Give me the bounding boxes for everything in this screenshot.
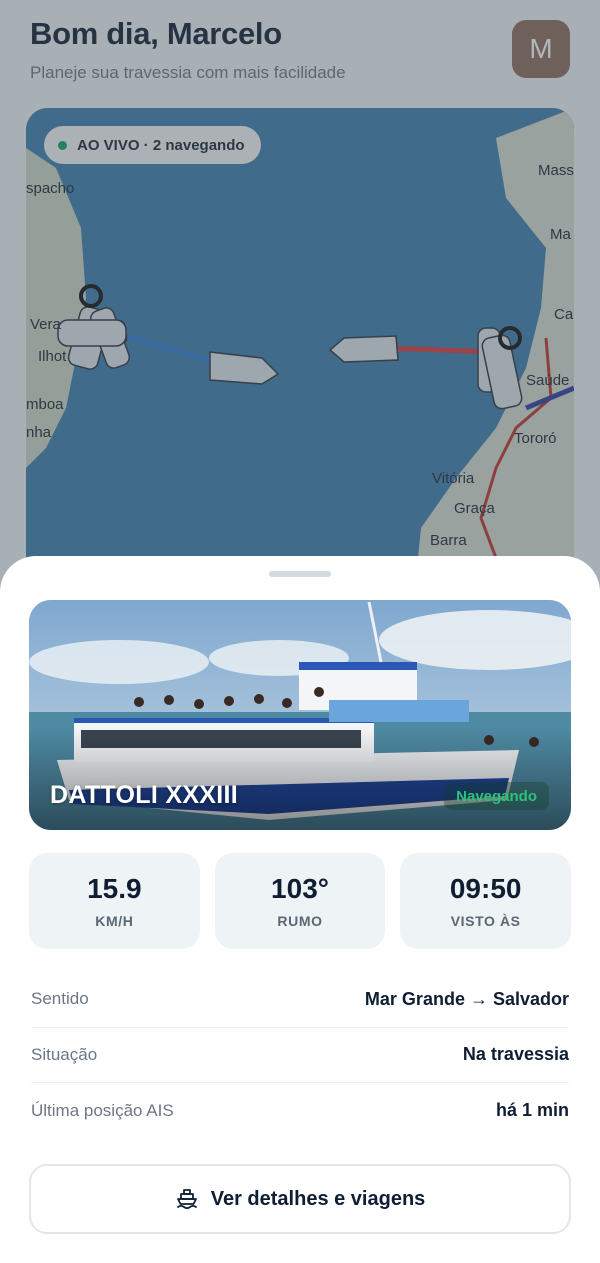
status-badge: Navegando bbox=[444, 782, 549, 810]
detail-row-ais: Última posição AIS há 1 min bbox=[31, 1083, 569, 1139]
detail-label: Situação bbox=[31, 1044, 98, 1064]
detail-label: Sentido bbox=[31, 989, 89, 1009]
stat-heading: 103° RUMO bbox=[214, 853, 386, 949]
vessel-details-list: Sentido Mar Grande → Salvador Situação N… bbox=[31, 972, 569, 1139]
stat-last-seen: 09:50 VISTO ÀS bbox=[400, 853, 572, 949]
stat-speed: 15.9 KM/H bbox=[29, 853, 200, 949]
stat-value: 103° bbox=[271, 873, 329, 904]
vessel-bottom-sheet: DATTOLI XXXIII Navegando 15.9 KM/H 103° … bbox=[0, 556, 600, 1263]
stat-label: VISTO ÀS bbox=[450, 913, 521, 929]
stat-value: 15.9 bbox=[87, 873, 142, 904]
detail-value: Na travessia bbox=[462, 1044, 569, 1065]
detail-row-direction: Sentido Mar Grande → Salvador bbox=[31, 972, 569, 1028]
detail-row-situation: Situação Na travessia bbox=[31, 1028, 569, 1083]
stat-label: KM/H bbox=[95, 913, 134, 929]
detail-value: há 1 min bbox=[495, 1100, 569, 1121]
ferry-icon bbox=[176, 1189, 197, 1210]
view-details-button[interactable]: Ver detalhes e viagens bbox=[29, 1164, 571, 1234]
view-details-label: Ver detalhes e viagens bbox=[210, 1187, 426, 1210]
stat-value: 09:50 bbox=[449, 873, 522, 904]
vessel-name: DATTOLI XXXIII bbox=[50, 781, 239, 809]
vessel-stats: 15.9 KM/H 103° RUMO 09:50 VISTO ÀS bbox=[29, 853, 572, 949]
sheet-drag-handle[interactable] bbox=[269, 571, 331, 577]
detail-label: Última posição AIS bbox=[31, 1100, 174, 1120]
stat-label: RUMO bbox=[277, 913, 323, 929]
vessel-photo: DATTOLI XXXIII Navegando bbox=[29, 600, 571, 830]
detail-value: Mar Grande → Salvador bbox=[364, 988, 569, 1009]
